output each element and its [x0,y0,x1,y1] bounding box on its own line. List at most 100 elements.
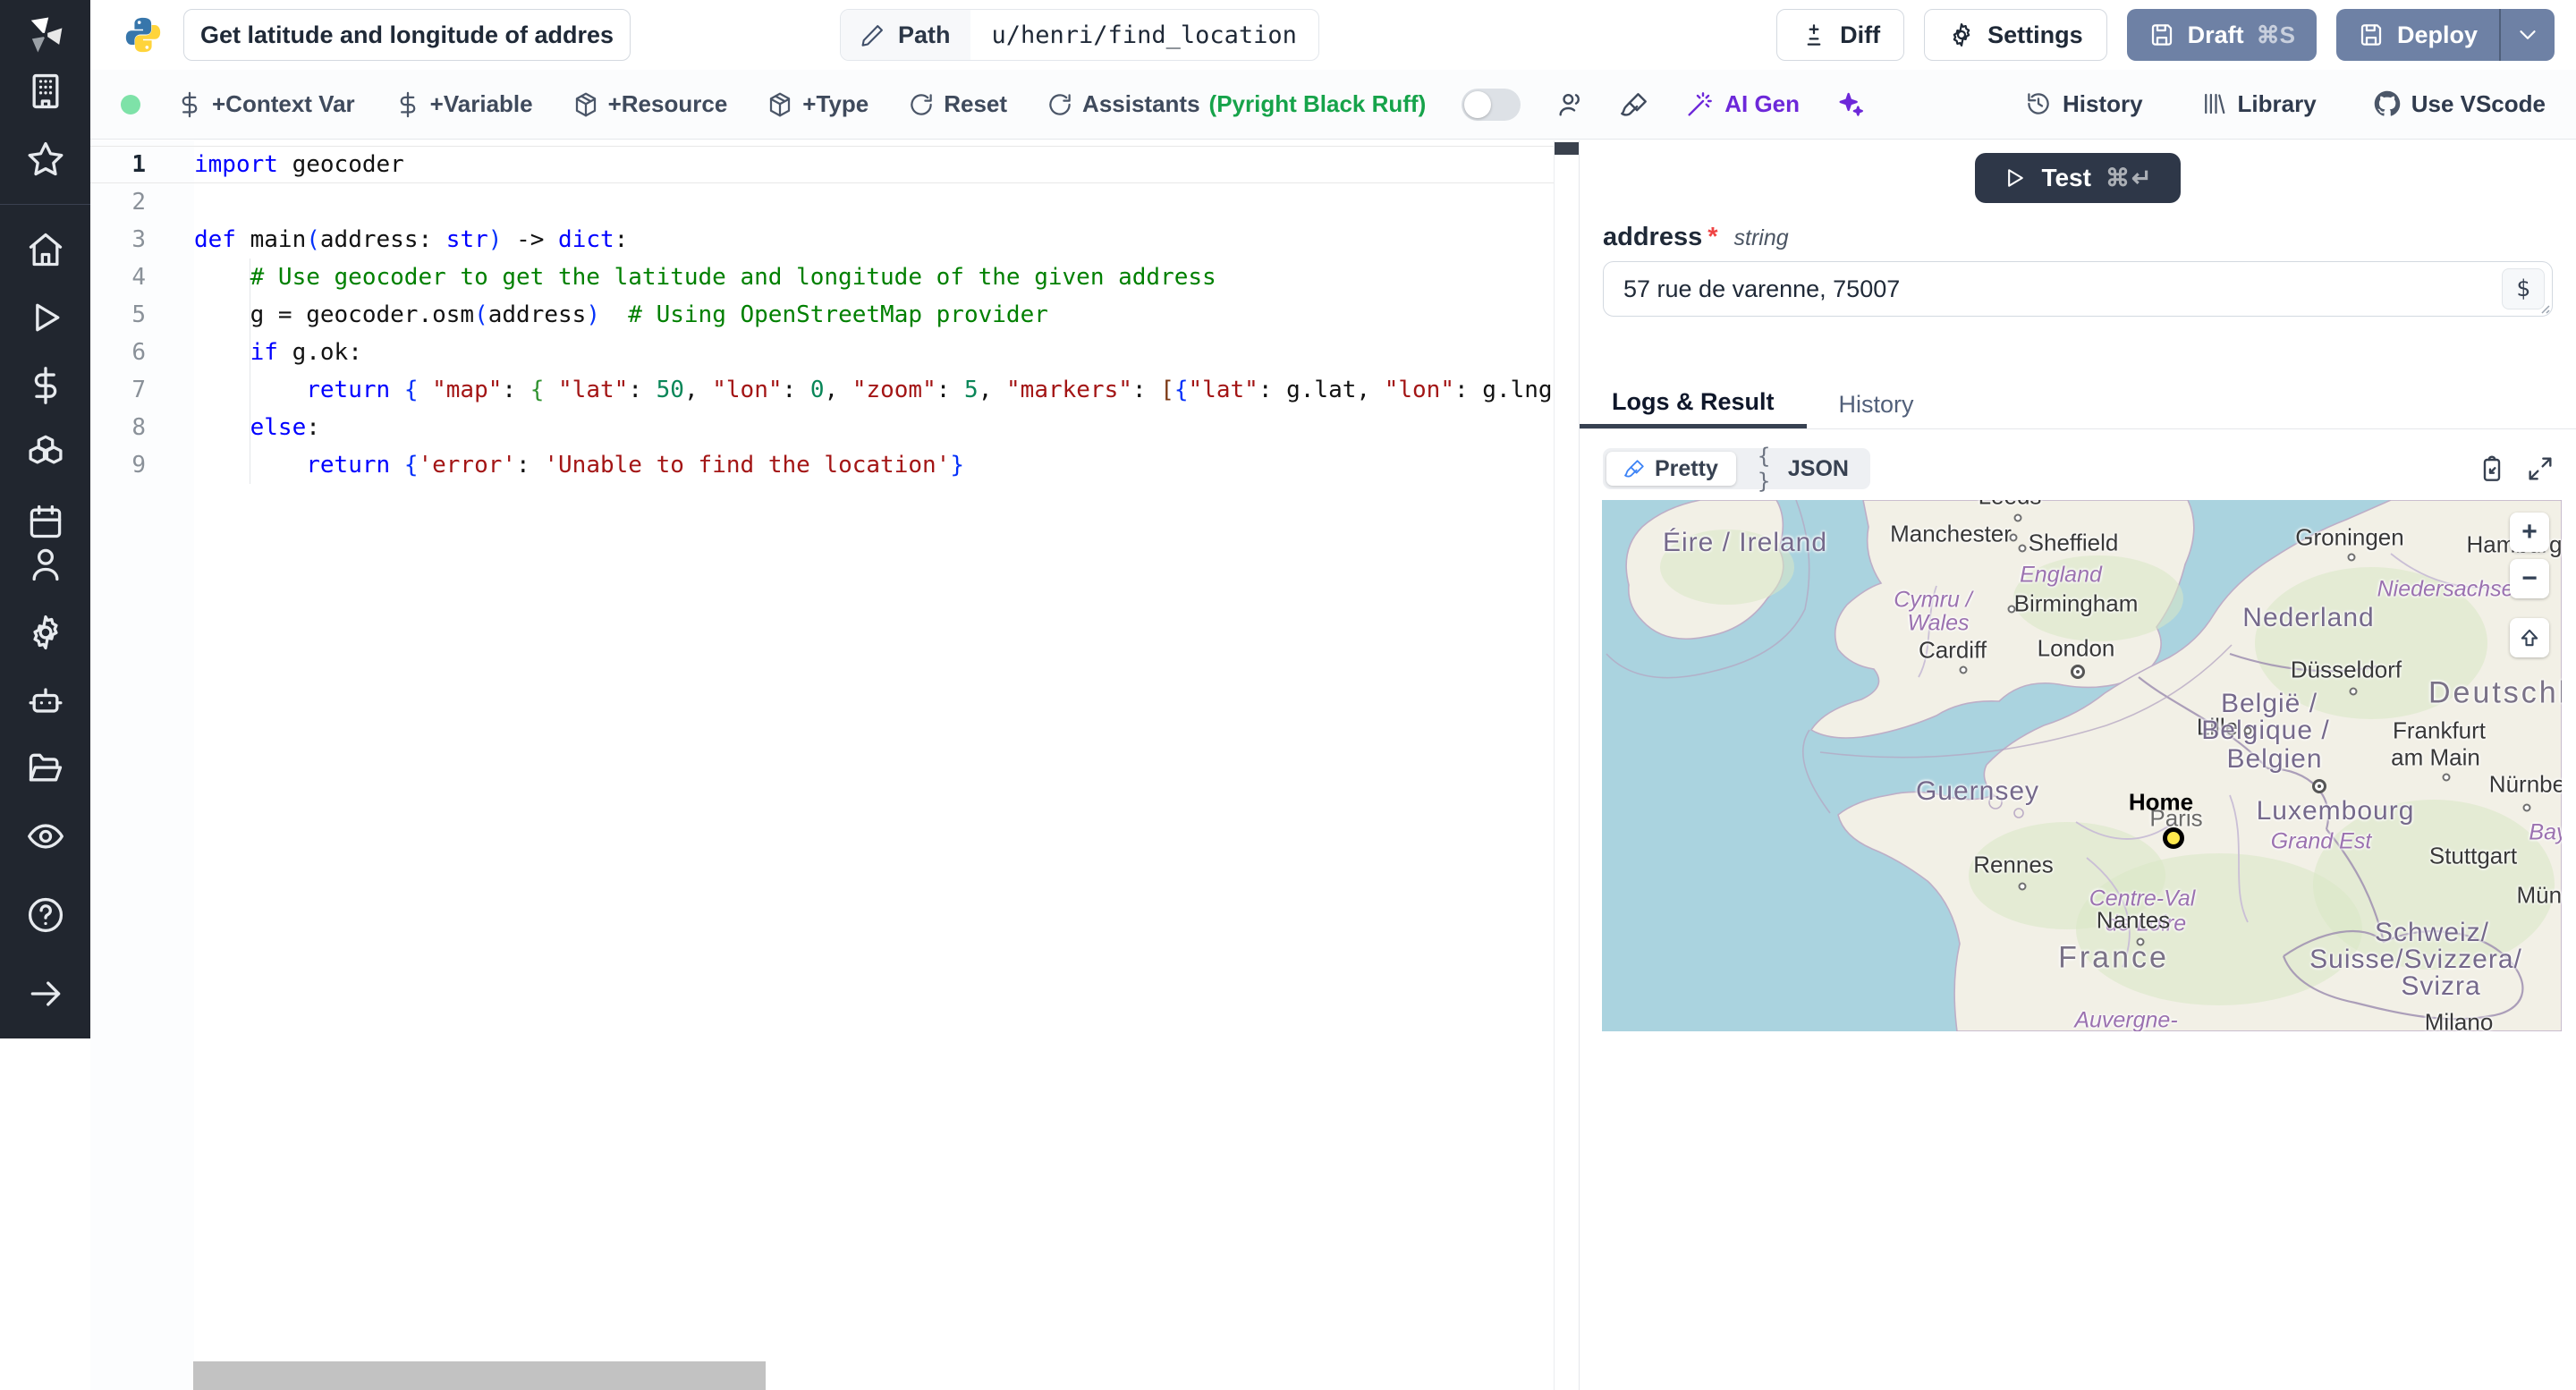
folder-open-icon [26,749,65,788]
test-button[interactable]: Test ⌘↵ [1975,153,2181,203]
draft-button[interactable]: Draft ⌘S [2126,9,2317,61]
editor-scrollbar-column[interactable] [1554,140,1579,1390]
toolbar-variable-button[interactable]: +Variable [394,90,533,118]
sidebar-item-arrow-right[interactable] [24,972,67,1015]
map-city-dot [1959,665,1968,674]
toolbar-contextvar-button[interactable]: +Context Var [176,90,355,118]
test-shortcut: ⌘↵ [2105,164,2154,191]
home-icon [26,230,65,269]
view-label: Pretty [1655,455,1718,481]
map-city-dot [2018,544,2027,553]
code-line-2[interactable]: 2 [90,183,1554,221]
line-number: 2 [131,189,146,216]
toolbar-library-button[interactable]: Library [2200,90,2317,119]
code-line-3[interactable]: 3 def main(address: str) -> dict: [90,221,1554,259]
save-icon [2358,21,2385,48]
map-zoom-out-button[interactable]: − [2510,559,2549,598]
result-view-row: Pretty { } JSON [1603,444,2555,494]
expand-icon[interactable] [2526,454,2555,483]
history-icon [2025,90,2054,119]
code-line-9[interactable]: 9 return {'error': 'Unable to find the l… [90,446,1554,484]
test-label: Test [2041,164,2091,191]
code-area[interactable]: 1 import geocoder 2 3 def main(address: str)… [90,146,1554,484]
sidebar-item-home[interactable] [24,228,67,271]
sidebar-item-folder-open[interactable] [24,747,67,790]
line-number: 8 [131,414,146,441]
code-line-7[interactable]: 7 return { "map": { "lat": 50, "lon": 0,… [90,371,1554,409]
result-map[interactable]: LeedsÉire / IrelandManchesterSheffieldEn… [1602,500,2562,1031]
script-name-input[interactable] [183,9,631,61]
line-number: 3 [131,226,146,253]
windmill-logo[interactable] [0,0,90,70]
sidebar-item-user[interactable] [24,543,67,586]
editor-scrollbar-thumb[interactable] [1555,142,1579,155]
sidebar-item-dollar-sign[interactable] [24,364,67,407]
sidebar-item-settings[interactable] [24,611,67,654]
clipboard-copy-icon[interactable] [2478,454,2506,483]
sidebar-item-star[interactable] [24,138,67,181]
toolbar-use-vscode-button[interactable]: Use VScode [2374,90,2546,119]
code-line-8[interactable]: 8 else: [90,409,1554,446]
address-input[interactable] [1603,261,2553,317]
editor-horizontal-scrollbar[interactable] [193,1361,766,1390]
map-home-marker[interactable] [2163,827,2184,849]
assistants-detail: (Pyright Black Ruff) [1208,90,1427,117]
path-widget[interactable]: Path u/henri/find_location [840,9,1319,61]
play-icon [2002,165,2027,191]
tab-history[interactable]: History [1807,380,1946,428]
sidebar-item-play[interactable] [24,296,67,339]
map-city-dot [2243,726,2252,735]
line-text: if g.ok: [250,339,362,366]
paintbrush-icon[interactable] [1621,90,1649,119]
toolbar-assistants-button[interactable]: Assistants (Pyright Black Ruff) [1046,90,1426,118]
toolbar-resource-button[interactable]: +Resource [572,90,727,118]
wand-icon [1685,90,1714,119]
tab-logs-result[interactable]: Logs & Result [1580,380,1807,428]
toolbar-reset-button[interactable]: Reset [908,90,1007,118]
resize-handle-icon[interactable] [2537,301,2551,315]
map-zoom-in-button[interactable]: + [2510,513,2549,552]
line-text: return {'error': 'Unable to find the loc… [306,452,964,479]
sidebar-item-boxes[interactable] [24,432,67,475]
code-line-4[interactable]: 4 # Use geocoder to get the latitude and… [90,259,1554,296]
deploy-button[interactable]: Deploy [2335,9,2499,61]
line-number: 4 [131,264,146,291]
sparkles-icon[interactable] [1835,90,1864,119]
code-line-1[interactable]: 1 import geocoder [90,146,1554,183]
boxes-icon [26,434,65,473]
paintbrush-icon [1624,458,1646,479]
ai-gen-label: AI Gen [1724,90,1801,117]
windmill-script-editor: Path u/henri/find_location Diff Settings… [0,0,2576,1390]
view-pretty-button[interactable]: Pretty [1606,452,1736,486]
sidebar-item-bot[interactable] [24,679,67,722]
settings-button[interactable]: Settings [1924,9,2107,61]
sidebar-item-calendar[interactable] [24,500,67,543]
map-city-dot [2522,803,2531,812]
diff-button[interactable]: Diff [1776,9,1905,61]
map-reset-view-button[interactable] [2510,618,2549,657]
play-icon [26,298,65,337]
multiplayer-toggle[interactable] [1462,88,1521,121]
toolbar-label: Reset [944,90,1008,117]
diff-icon [1801,21,1827,48]
editor-toolbar: +Context Var +Variable +Resource +Type Reset… [90,70,2576,140]
test-panel: Test ⌘↵ address* string $ Logs & ResultH… [1579,140,2576,1390]
map-city-dot [2018,882,2027,891]
toolbar-type-button[interactable]: +Type [767,90,869,118]
map-city-dot [2442,773,2451,782]
argument-label: address * string [1580,203,2576,261]
code-line-6[interactable]: 6 if g.ok: [90,334,1554,371]
sidebar-item-help-circle[interactable] [24,894,67,937]
code-line-5[interactable]: 5 g = geocoder.osm(address) # Using Open… [90,296,1554,334]
view-json-button[interactable]: { } JSON [1740,444,1867,494]
code-editor[interactable]: 1 import geocoder 2 3 def main(address: str)… [90,140,1579,1390]
building-icon [26,72,65,111]
map-city-dot [2347,553,2356,562]
users-icon[interactable] [1556,90,1585,119]
sidebar-item-building[interactable] [24,70,67,113]
ai-gen-button[interactable]: AI Gen [1685,90,1800,119]
deploy-dropdown-button[interactable] [2499,9,2555,61]
braces-icon: { } [1757,444,1771,494]
toolbar-history-button[interactable]: History [2025,90,2143,119]
sidebar-item-eye[interactable] [24,815,67,858]
